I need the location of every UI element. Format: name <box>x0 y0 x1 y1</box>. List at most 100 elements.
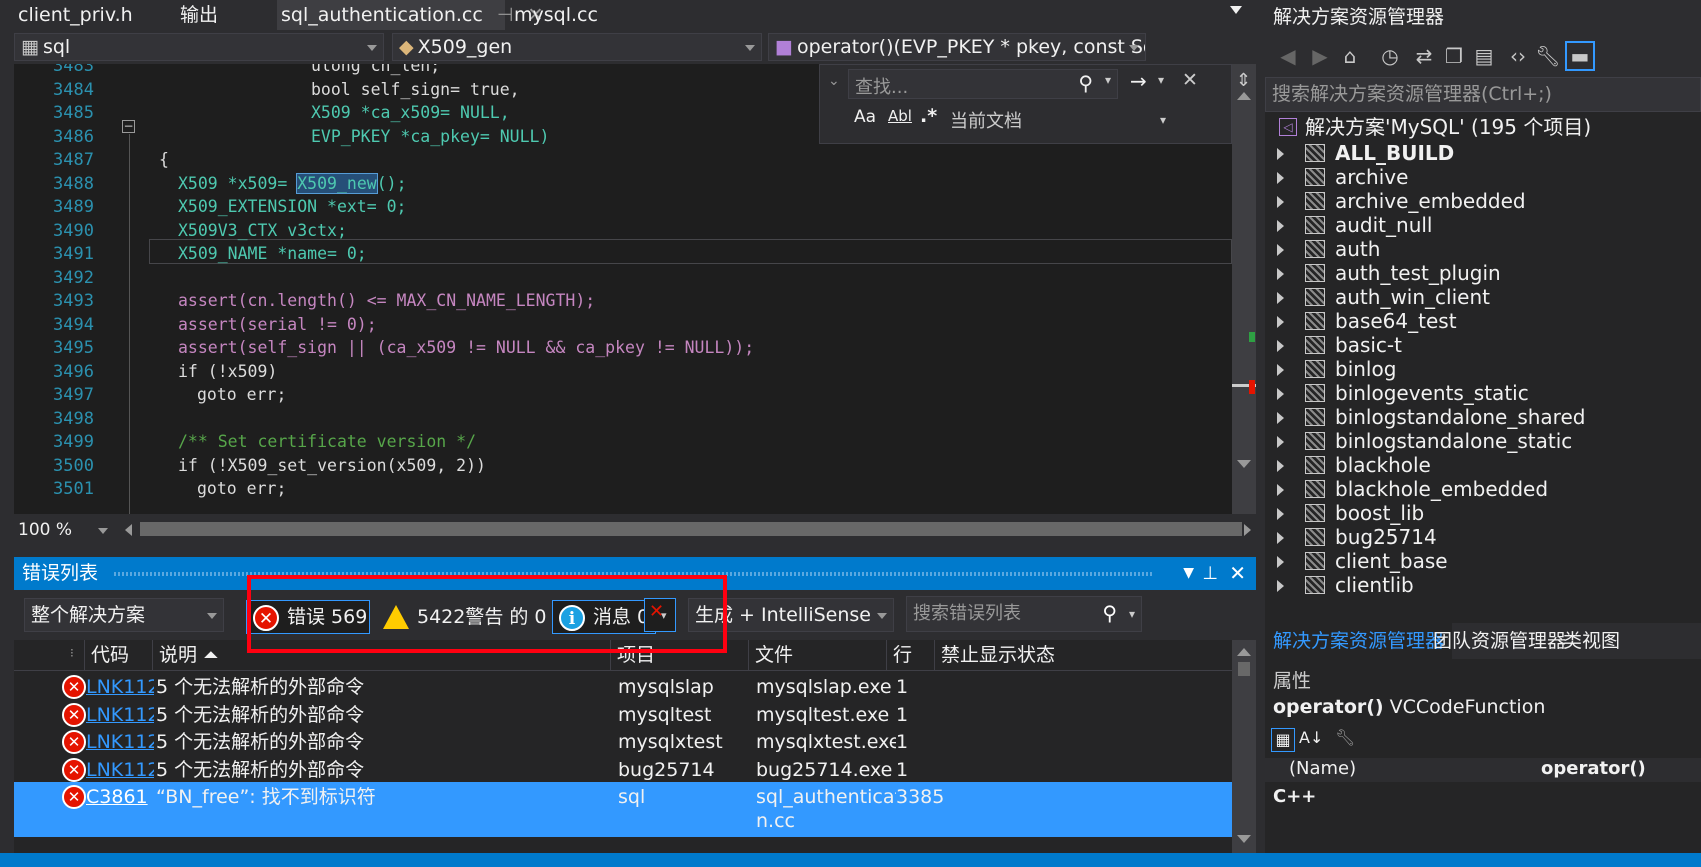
properties-wrench-icon[interactable]: 🔧︎ <box>1535 43 1561 69</box>
code-line[interactable]: X509 *ca_x509= NULL, <box>311 103 510 122</box>
error-row[interactable]: ✕LNK11205 个无法解析的外部命令 mysqlslap mysqlslap.e… <box>14 672 1232 702</box>
expand-arrow-icon[interactable] <box>1277 508 1284 520</box>
chevron-down-icon[interactable]: ▾ <box>1129 597 1135 631</box>
close-icon[interactable]: ✕ <box>1229 557 1246 590</box>
find-next-icon[interactable]: → <box>1130 69 1147 93</box>
scroll-thumb[interactable] <box>1238 662 1250 676</box>
column-chooser-icon[interactable]: ⁝ <box>70 646 74 660</box>
properties-object[interactable]: operator() VCCodeFunction <box>1273 696 1545 718</box>
code-line[interactable]: assert(cn.length() <= MAX_CN_NAME_LENGTH… <box>178 291 595 310</box>
expand-arrow-icon[interactable] <box>1277 292 1284 304</box>
scroll-up-icon[interactable] <box>1237 92 1251 100</box>
error-row[interactable]: ✕LNK11205 个无法解析的外部命令 mysqltest mysqltest.e… <box>14 700 1232 730</box>
code-line[interactable]: assert(serial != 0); <box>178 315 377 334</box>
expand-arrow-icon[interactable] <box>1277 196 1284 208</box>
tab-solution-explorer[interactable]: 解决方案资源管理器 <box>1265 623 1453 659</box>
property-pages-icon[interactable]: 🔧︎ <box>1335 728 1355 747</box>
tab-client-priv[interactable]: client_priv.h <box>14 0 164 30</box>
expand-arrow-icon[interactable] <box>1277 580 1284 592</box>
pin-icon[interactable]: ⊥ <box>1202 557 1218 590</box>
expand-arrow-icon[interactable] <box>1277 532 1284 544</box>
horizontal-scroll-thumb[interactable] <box>140 522 1242 536</box>
error-code-link[interactable]: LNK1120 <box>86 672 154 702</box>
collapse-icon[interactable]: − <box>122 120 135 133</box>
search-icon[interactable]: ⚲ <box>1078 71 1093 95</box>
error-search-input[interactable]: 搜索错误列表 ⚲ ▾ <box>906 596 1142 632</box>
chevron-down-icon[interactable]: ▾ <box>1158 73 1164 87</box>
error-list-scrollbar[interactable] <box>1232 640 1256 853</box>
collapse-all-icon[interactable]: ❐ <box>1441 43 1467 69</box>
tab-team-explorer[interactable]: 团队资源管理器 <box>1425 623 1574 659</box>
scroll-down-icon[interactable] <box>1237 460 1251 468</box>
editor-vertical-scrollbar[interactable]: ⇕ <box>1232 64 1256 514</box>
expand-arrow-icon[interactable] <box>1277 340 1284 352</box>
code-line[interactable]: EVP_PKEY *ca_pkey= NULL) <box>311 127 549 146</box>
chevron-down-icon[interactable]: ▾ <box>1105 73 1111 87</box>
error-code-link[interactable]: LNK1120 <box>86 755 154 785</box>
expand-replace-icon[interactable]: ⌄ <box>828 73 840 89</box>
preview-selected-icon[interactable]: ▬ <box>1565 41 1595 71</box>
column-line[interactable]: 行 <box>886 640 934 671</box>
forward-icon[interactable]: ▶ <box>1307 43 1333 69</box>
tab-sql-authentication[interactable]: sql_authentication.cc ⊣ ✕ <box>277 0 543 30</box>
error-scope-combo[interactable]: 整个解决方案 <box>24 598 224 632</box>
property-row-name[interactable]: (Name) operator() <box>1265 758 1701 782</box>
error-row[interactable]: ✕ C3861 “BN_free”: 找不到标识符 sql sql_authentica… <box>14 782 1232 837</box>
code-line[interactable]: X509_EXTENSION *ext= 0; <box>178 197 406 216</box>
expand-arrow-icon[interactable] <box>1277 412 1284 424</box>
back-icon[interactable]: ◀ <box>1275 43 1301 69</box>
home-icon[interactable]: ⌂ <box>1337 43 1363 69</box>
chevron-down-icon[interactable]: ▾ <box>1160 113 1166 127</box>
error-code-link[interactable]: LNK1120 <box>86 700 154 730</box>
code-line[interactable]: goto err; <box>197 479 286 498</box>
scroll-right-icon[interactable] <box>1244 524 1251 536</box>
project-combo[interactable]: ▦ sql <box>14 33 384 61</box>
scroll-up-icon[interactable] <box>1237 648 1251 656</box>
expand-arrow-icon[interactable] <box>1277 268 1284 280</box>
code-line[interactable]: X509_NAME *name= 0; <box>178 244 367 263</box>
error-code-link[interactable]: C3861 <box>86 782 154 812</box>
pending-changes-icon[interactable]: ◷ <box>1377 43 1403 69</box>
code-editor[interactable]: 3483 ulong cn_len; 3484 bool self_sign= tru… <box>14 64 1232 514</box>
code-line[interactable]: assert(self_sign || (ca_x509 != NULL && … <box>178 338 754 357</box>
alphabetical-icon[interactable]: A↓ <box>1299 728 1323 747</box>
solution-search-input[interactable]: 搜索解决方案资源管理器(Ctrl+;) <box>1265 77 1701 112</box>
find-input[interactable]: 查找... ⚲ ▾ <box>848 69 1118 99</box>
split-icon[interactable]: ⇕ <box>1236 70 1251 91</box>
tab-mysql-cc[interactable]: mysql.cc <box>510 0 630 30</box>
code-line[interactable]: X509 *x509= X509_new(); <box>178 172 407 194</box>
column-file[interactable]: 文件 <box>748 640 886 671</box>
find-scope[interactable]: 当前文档 <box>950 107 1022 133</box>
scroll-down-icon[interactable] <box>1237 835 1251 843</box>
expand-arrow-icon[interactable] <box>1277 388 1284 400</box>
tab-overflow-dropdown-icon[interactable] <box>1230 6 1242 14</box>
categorized-icon[interactable]: ▦ <box>1271 728 1295 752</box>
expand-arrow-icon[interactable] <box>1277 244 1284 256</box>
expand-arrow-icon[interactable] <box>1277 364 1284 376</box>
window-position-icon[interactable]: ▼ <box>1183 557 1194 590</box>
sync-icon[interactable]: ⇄ <box>1411 43 1437 69</box>
match-case-toggle[interactable]: Aa <box>854 107 876 127</box>
member-combo[interactable]: ■operator()(EVP_PKEY * pkey, const Sql_s… <box>768 33 1146 61</box>
scope-combo[interactable]: ◆ X509_gen <box>392 33 762 61</box>
code-line[interactable]: if (!x509) <box>178 362 277 381</box>
close-find-icon[interactable]: ✕ <box>1182 69 1198 91</box>
code-line[interactable]: ulong cn_len; <box>311 64 440 75</box>
show-all-files-icon[interactable]: ▤ <box>1471 43 1497 69</box>
expand-arrow-icon[interactable] <box>1277 172 1284 184</box>
tab-output[interactable]: 输出 <box>176 0 271 30</box>
code-line[interactable]: if (!X509_set_version(x509, 2)) <box>178 456 486 475</box>
scroll-left-icon[interactable] <box>125 524 132 536</box>
code-line[interactable]: X509V3_CTX v3ctx; <box>178 221 347 240</box>
zoom-combo[interactable]: 100 % <box>14 518 114 542</box>
tab-class-view[interactable]: 类视图 <box>1555 623 1628 659</box>
expand-arrow-icon[interactable] <box>1277 436 1284 448</box>
code-line[interactable]: { <box>159 150 169 169</box>
column-code[interactable]: 代码 <box>84 640 152 671</box>
expand-arrow-icon[interactable] <box>1277 220 1284 232</box>
expand-arrow-icon[interactable] <box>1277 460 1284 472</box>
code-line[interactable]: /** Set certificate version */ <box>178 432 476 451</box>
code-line[interactable]: bool self_sign= true, <box>311 80 520 99</box>
expand-arrow-icon[interactable] <box>1277 316 1284 328</box>
regex-toggle[interactable]: .* <box>920 105 937 127</box>
